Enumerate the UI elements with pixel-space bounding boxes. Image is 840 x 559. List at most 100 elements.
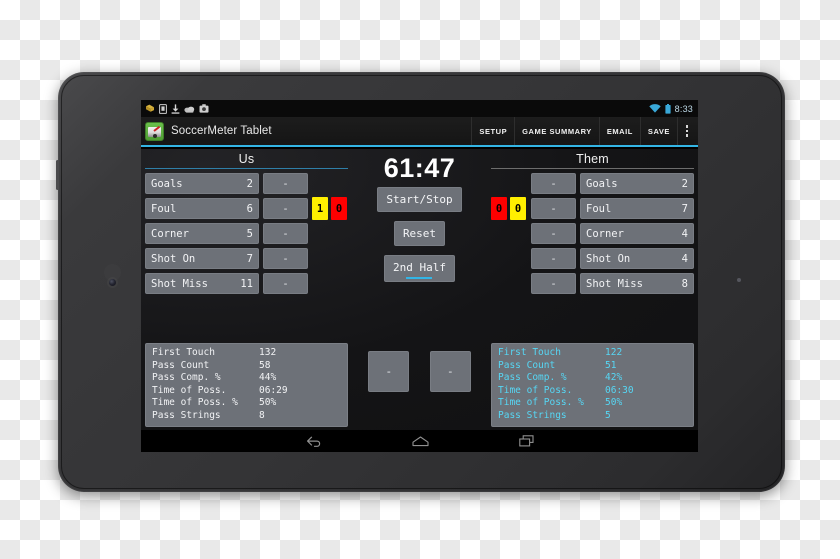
overflow-menu-icon[interactable]: [677, 117, 696, 145]
us-time-poss-pct-value: 50%: [259, 397, 277, 408]
save-button[interactable]: SAVE: [639, 117, 677, 145]
table-row: - Corner 4: [491, 223, 694, 244]
us-goals-minus-button[interactable]: -: [263, 173, 308, 194]
them-corner-value: 4: [681, 227, 688, 240]
us-time-poss-value: 06:29: [259, 384, 288, 396]
list-item: Pass Comp. % 42%: [498, 372, 687, 385]
us-pass-count-label: Pass Count: [152, 359, 210, 371]
them-goals-button[interactable]: Goals 2: [580, 173, 694, 194]
left-minus-button[interactable]: -: [368, 351, 410, 392]
list-item: Time of Poss. 06:29: [152, 385, 341, 398]
us-summary-panel: First Touch 132 Pass Count 58 Pass Comp.…: [145, 343, 348, 427]
them-time-poss-value: 06:30: [605, 384, 634, 396]
them-foul-minus-button[interactable]: -: [531, 198, 576, 219]
us-foul-minus-button[interactable]: -: [263, 198, 308, 219]
them-yellow-card-button[interactable]: 0: [510, 197, 526, 220]
them-pass-comp-label: Pass Comp. %: [498, 372, 567, 383]
us-foul-value: 6: [246, 202, 253, 215]
us-corner-minus-button[interactable]: -: [263, 223, 308, 244]
us-foul-label: Foul: [151, 202, 177, 215]
us-shot-on-label: Shot On: [151, 252, 196, 265]
us-pass-strings-label: Pass Strings: [152, 409, 221, 421]
us-cards: 1 0: [312, 197, 348, 220]
table-row: Shot Miss 11 -: [145, 273, 348, 294]
us-goals-button[interactable]: Goals 2: [145, 173, 259, 194]
table-row: Corner 5 -: [145, 223, 348, 244]
start-stop-button[interactable]: Start/Stop: [377, 187, 462, 212]
us-red-card-button[interactable]: 0: [331, 197, 347, 220]
table-row: - Shot Miss 8: [491, 273, 694, 294]
them-shot-on-label: Shot On: [586, 252, 631, 265]
us-pass-comp-label: Pass Comp. %: [152, 372, 221, 383]
center-minus-buttons: - -: [348, 343, 491, 392]
them-heading: Them: [576, 152, 609, 166]
them-corner-button[interactable]: Corner 4: [580, 223, 694, 244]
list-item: Time of Poss. 06:30: [498, 385, 687, 398]
bookmark-icon: [146, 104, 154, 112]
battery-icon: [665, 103, 671, 114]
game-summary-button[interactable]: GAME SUMMARY: [514, 117, 599, 145]
them-foul-button[interactable]: Foul 7: [580, 198, 694, 219]
download-icon: [171, 103, 180, 114]
reset-button[interactable]: Reset: [393, 221, 446, 246]
tablet-device: 8:33 SoccerMeter Tablet SETUP GAME SUMMA…: [56, 72, 785, 492]
back-arrow-icon[interactable]: [306, 435, 322, 448]
them-divider: [491, 168, 694, 169]
half-selected-underline: [406, 277, 433, 279]
us-goals-label: Goals: [151, 177, 183, 190]
them-stat-rows: - Goals 2 0 0 - Foul 7 - Corner 4 - Shot…: [491, 173, 694, 294]
table-row: 0 0 - Foul 7: [491, 197, 694, 220]
them-shot-on-button[interactable]: Shot On 4: [580, 248, 694, 269]
them-summary-panel: First Touch 122 Pass Count 51 Pass Comp.…: [491, 343, 694, 427]
status-system-icons: 8:33: [648, 103, 693, 114]
table-row: Shot On 7 -: [145, 248, 348, 269]
them-pass-strings-value: 5: [605, 409, 611, 421]
us-pass-comp-value: 44%: [259, 372, 277, 383]
them-red-card-button[interactable]: 0: [491, 197, 507, 220]
us-time-poss-label: Time of Poss.: [152, 384, 227, 396]
them-shot-miss-value: 8: [681, 277, 688, 290]
list-item: First Touch 132: [152, 347, 341, 360]
action-bar-buttons: SETUP GAME SUMMARY EMAIL SAVE: [471, 117, 696, 145]
us-time-poss-pct-label: Time of Poss. %: [152, 397, 238, 408]
list-item: First Touch 122: [498, 347, 687, 360]
them-time-poss-label: Time of Poss.: [498, 384, 573, 396]
status-notification-icons: [145, 103, 209, 114]
them-first-touch-label: First Touch: [498, 347, 561, 358]
us-yellow-card-button[interactable]: 1: [312, 197, 328, 220]
half-toggle-button[interactable]: 2nd Half: [384, 255, 455, 282]
them-shot-on-minus-button[interactable]: -: [531, 248, 576, 269]
them-shot-miss-minus-button[interactable]: -: [531, 273, 576, 294]
list-item: Pass Comp. % 44%: [152, 372, 341, 385]
summary-row: First Touch 132 Pass Count 58 Pass Comp.…: [145, 343, 694, 427]
us-first-touch-label: First Touch: [152, 347, 215, 358]
us-shot-miss-button[interactable]: Shot Miss 11: [145, 273, 259, 294]
list-item: Time of Poss. % 50%: [152, 397, 341, 410]
them-shot-miss-button[interactable]: Shot Miss 8: [580, 273, 694, 294]
us-shot-miss-minus-button[interactable]: -: [263, 273, 308, 294]
them-corner-minus-button[interactable]: -: [531, 223, 576, 244]
us-first-touch-value: 132: [259, 347, 277, 358]
sim-card-icon: [159, 103, 167, 114]
us-goals-value: 2: [246, 177, 253, 190]
home-icon[interactable]: [411, 435, 429, 447]
email-button[interactable]: EMAIL: [598, 117, 640, 145]
android-nav-bar: [141, 430, 698, 452]
us-shot-on-minus-button[interactable]: -: [263, 248, 308, 269]
us-pass-count-value: 58: [259, 359, 271, 371]
recent-apps-icon[interactable]: [518, 435, 534, 447]
them-pass-count-value: 51: [605, 359, 617, 371]
match-clock: 61:47: [383, 153, 456, 183]
us-corner-button[interactable]: Corner 5: [145, 223, 259, 244]
us-stat-rows: Goals 2 - Foul 6 - 1 0 Corner 5 - Shot O…: [145, 173, 348, 294]
power-button[interactable]: [56, 160, 59, 190]
them-time-poss-pct-value: 50%: [605, 397, 623, 408]
them-goals-minus-button[interactable]: -: [531, 173, 576, 194]
right-minus-button[interactable]: -: [429, 351, 471, 392]
setup-button[interactable]: SETUP: [471, 117, 514, 145]
them-cards: 0 0: [491, 197, 527, 220]
us-foul-button[interactable]: Foul 6: [145, 198, 259, 219]
front-camera-icon: [109, 279, 116, 286]
us-shot-on-button[interactable]: Shot On 7: [145, 248, 259, 269]
us-shot-miss-value: 11: [240, 277, 253, 290]
